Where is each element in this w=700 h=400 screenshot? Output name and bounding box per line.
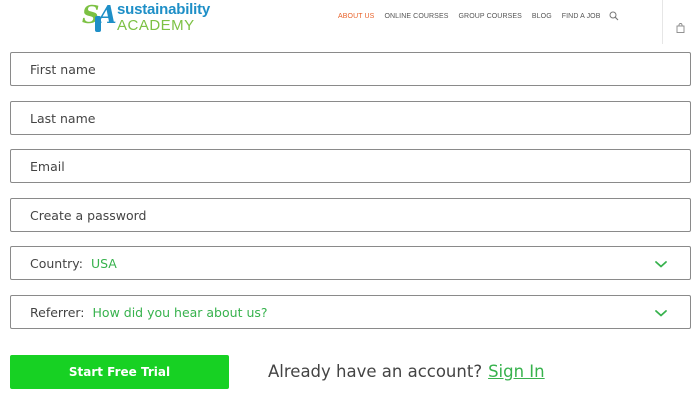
logo-name-line1: sustainability (117, 1, 211, 18)
logo-mark-a: A (98, 0, 117, 29)
first-name-field[interactable]: First name (10, 52, 691, 86)
email-field[interactable]: Email (10, 149, 691, 183)
nav-item-online-courses[interactable]: ONLINE COURSES (384, 13, 448, 20)
logo-name-line2: ACADEMY (117, 17, 195, 34)
referrer-value: How did you hear about us? (92, 304, 268, 320)
search-icon[interactable] (609, 11, 619, 21)
nav-item-about-us[interactable]: ABOUT US (338, 13, 374, 20)
account-prompt-text: Already have an account? (268, 362, 483, 381)
nav-item-blog[interactable]: BLOG (532, 13, 552, 20)
chevron-down-icon[interactable] (654, 259, 668, 269)
sign-in-link[interactable]: Sign In (488, 362, 545, 381)
logo-mark: S A (82, 0, 118, 34)
main-nav: ABOUT US ONLINE COURSES GROUP COURSES BL… (338, 13, 611, 20)
start-free-trial-button[interactable]: Start Free Trial (10, 355, 229, 389)
last-name-field[interactable]: Last name (10, 101, 691, 135)
shopping-bag-icon[interactable] (676, 23, 685, 33)
password-placeholder: Create a password (30, 207, 147, 223)
chevron-down-icon[interactable] (654, 308, 668, 318)
sign-in-prompt: Already have an account? Sign In (268, 362, 545, 381)
email-placeholder: Email (30, 158, 65, 174)
nav-item-find-a-job[interactable]: FIND A JOB (562, 13, 601, 20)
country-label: Country: (30, 255, 83, 271)
header-divider (662, 0, 663, 44)
last-name-placeholder: Last name (30, 110, 96, 126)
country-value: USA (90, 255, 117, 271)
referrer-select[interactable]: Referrer: How did you hear about us? (10, 295, 691, 329)
logo-text: sustainability ACADEMY (117, 2, 210, 33)
referrer-label: Referrer: (30, 304, 85, 320)
first-name-placeholder: First name (30, 61, 96, 77)
site-header: S A sustainability ACADEMY ABOUT US ONLI… (0, 0, 700, 46)
password-field[interactable]: Create a password (10, 198, 691, 232)
country-select[interactable]: Country: USA (10, 246, 691, 280)
nav-item-group-courses[interactable]: GROUP COURSES (459, 13, 522, 20)
logo[interactable]: S A sustainability ACADEMY (82, 0, 222, 36)
